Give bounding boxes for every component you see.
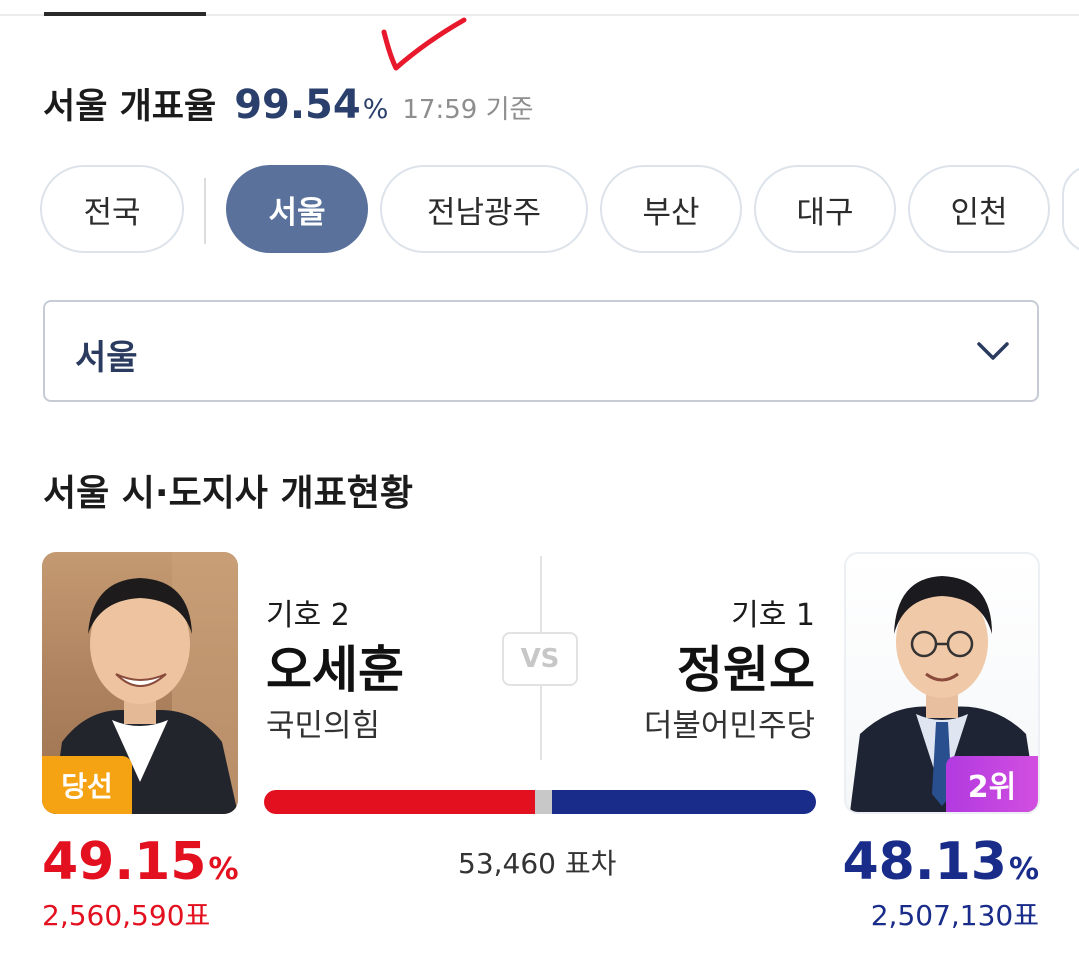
tab-nationwide[interactable]: 전국 — [40, 165, 184, 253]
candidate-right-percent: 48.13% — [842, 832, 1039, 892]
candidate-left-votes: 2,560,590표 — [42, 899, 211, 932]
candidate-left-name[interactable]: 오세훈 — [266, 630, 404, 702]
candidate-left-percent: 49.15% — [42, 832, 239, 892]
candidate-right-name[interactable]: 정원오 — [677, 630, 815, 702]
vote-difference: 53,460 표차 — [458, 847, 617, 880]
count-rate-unit: % — [362, 94, 389, 125]
candidate-right-photo[interactable]: 2위 — [844, 552, 1040, 814]
vote-share-bar-right — [552, 790, 816, 814]
tab-daegu[interactable]: 대구 — [754, 165, 896, 253]
region-dropdown-value: 서울 — [75, 338, 138, 378]
count-rate-title: 서울 개표율 — [43, 87, 217, 127]
candidate-left-percent-unit: % — [208, 852, 239, 887]
vs-label: VS — [502, 632, 578, 686]
region-dropdown[interactable]: 서울 — [43, 300, 1039, 402]
candidate-right-party: 더불어민주당 — [643, 708, 815, 744]
candidate-left-photo[interactable]: 당선 — [42, 552, 238, 814]
candidate-right-votes: 2,507,130표 — [870, 899, 1039, 932]
handwritten-check-mark — [381, 17, 467, 71]
count-rate-header: 서울 개표율 99.54 % 17:59 기준 — [43, 78, 533, 128]
tab-busan[interactable]: 부산 — [600, 165, 742, 253]
candidate-left-number: 기호 2 — [266, 598, 350, 633]
vote-share-bar-other — [535, 790, 552, 814]
tab-next-partial[interactable] — [1062, 165, 1079, 253]
vote-share-bar-left — [264, 790, 535, 814]
candidate-left-party: 국민의힘 — [266, 708, 381, 744]
section-title: 서울 시·도지사 개표현황 — [43, 473, 413, 514]
candidate-right-number: 기호 1 — [731, 598, 815, 633]
chevron-down-icon — [977, 342, 1009, 360]
active-tab-indicator — [44, 12, 206, 16]
update-time: 17:59 기준 — [402, 95, 534, 125]
count-rate-value: 99.54 — [234, 82, 361, 128]
tab-jeonnam-gwangju[interactable]: 전남광주 — [380, 165, 588, 253]
tab-incheon[interactable]: 인천 — [908, 165, 1050, 253]
rank-badge: 2위 — [946, 756, 1038, 812]
tab-seoul[interactable]: 서울 — [226, 165, 368, 253]
winner-badge: 당선 — [42, 756, 132, 814]
candidate-left-percent-value: 49.15 — [42, 832, 207, 892]
candidate-right-percent-unit: % — [1008, 852, 1039, 887]
tab-separator — [204, 178, 206, 244]
candidate-right-percent-value: 48.13 — [842, 832, 1007, 892]
